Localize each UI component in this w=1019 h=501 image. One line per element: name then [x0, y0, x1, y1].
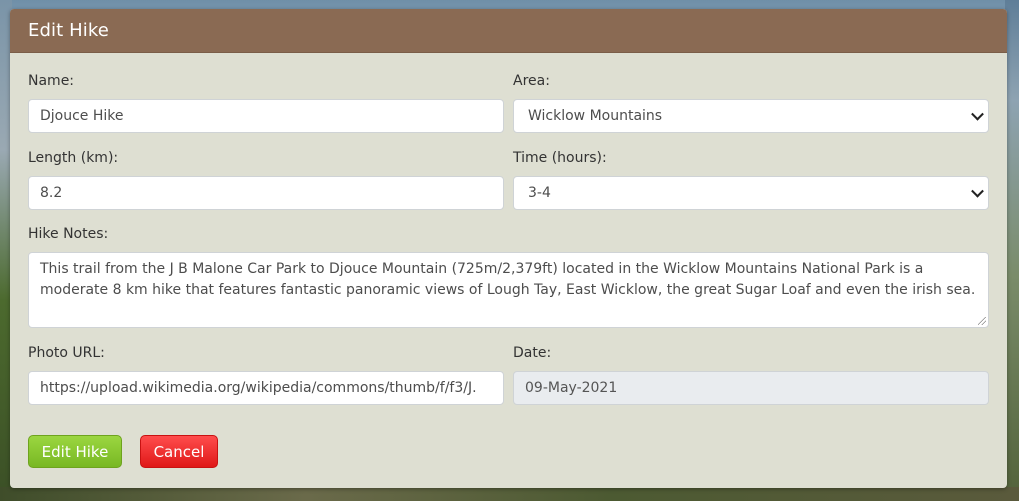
background-photo-bottom [0, 487, 1019, 501]
time-select[interactable]: 3-4 [513, 176, 989, 210]
area-select[interactable]: Wicklow Mountains [513, 99, 989, 133]
name-input[interactable]: Djouce Hike [28, 99, 504, 133]
date-label: Date: [513, 345, 552, 361]
name-label: Name: [28, 73, 75, 89]
edit-hike-button[interactable]: Edit Hike [28, 435, 122, 468]
area-label: Area: [513, 73, 550, 89]
edit-hike-modal: Edit Hike Name: Djouce Hike Area: Wicklo… [10, 9, 1007, 488]
resize-grip-icon[interactable] [978, 317, 986, 325]
photo-url-input[interactable]: https://upload.wikimedia.org/wikipedia/c… [28, 371, 504, 405]
photo-url-label: Photo URL: [28, 345, 105, 361]
area-select-value: Wicklow Mountains [528, 108, 663, 124]
length-label: Length (km): [28, 150, 119, 166]
cancel-button[interactable]: Cancel [140, 435, 218, 468]
time-select-value: 3-4 [528, 185, 551, 201]
chevron-down-icon [971, 184, 984, 198]
notes-label: Hike Notes: [28, 226, 109, 242]
time-label: Time (hours): [513, 150, 607, 166]
date-input: 09-May-2021 [513, 371, 989, 405]
length-input[interactable]: 8.2 [28, 176, 504, 210]
chevron-down-icon [971, 107, 984, 121]
background-photo-right [1005, 0, 1019, 501]
modal-title: Edit Hike [28, 20, 109, 41]
modal-header: Edit Hike [10, 9, 1007, 53]
notes-textarea[interactable]: This trail from the J B Malone Car Park … [28, 252, 989, 328]
notes-text: This trail from the J B Malone Car Park … [40, 261, 976, 298]
